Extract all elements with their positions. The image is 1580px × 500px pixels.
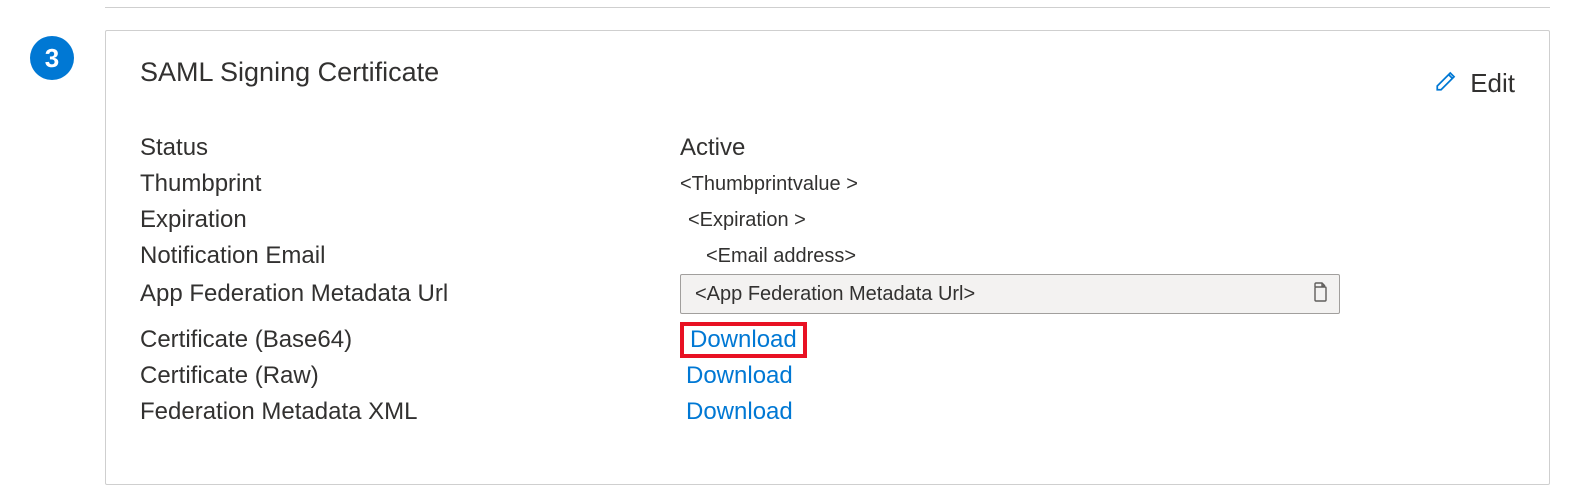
cert-raw-download-wrap: Download [680,362,799,390]
pencil-icon [1434,67,1460,100]
metadata-url-label: App Federation Metadata Url [140,280,680,308]
status-value: Active [680,134,745,162]
step-number: 3 [45,43,59,74]
edit-label: Edit [1470,68,1515,99]
metadata-url-field[interactable]: <App Federation Metadata Url> [680,274,1340,314]
copy-button[interactable] [1307,282,1331,306]
cert-raw-download-link[interactable]: Download [686,362,793,389]
notification-email-label: Notification Email [140,242,680,270]
row-cert-base64: Certificate (Base64) Download [140,322,1515,358]
top-divider [105,0,1550,8]
copy-icon [1309,281,1329,308]
saml-signing-certificate-card: SAML Signing Certificate Edit Status Act… [105,30,1550,485]
fed-xml-label: Federation Metadata XML [140,398,680,426]
cert-base64-download-highlight: Download [680,322,807,358]
card-title: SAML Signing Certificate [140,57,439,88]
row-expiration: Expiration <Expiration > [140,202,1515,238]
row-thumbprint: Thumbprint <Thumbprintvalue > [140,166,1515,202]
row-notification-email: Notification Email <Email address> [140,238,1515,274]
edit-button[interactable]: Edit [1434,67,1515,100]
thumbprint-label: Thumbprint [140,170,680,198]
step-badge: 3 [30,36,74,80]
cert-base64-download-link[interactable]: Download [690,326,797,353]
expiration-label: Expiration [140,206,680,234]
row-federation-xml: Federation Metadata XML Download [140,394,1515,430]
field-rows: Status Active Thumbprint <Thumbprintvalu… [140,130,1515,430]
fed-xml-download-link[interactable]: Download [686,398,793,425]
cert-raw-label: Certificate (Raw) [140,362,680,390]
notification-email-value: <Email address> [680,245,856,268]
row-status: Status Active [140,130,1515,166]
metadata-url-value: <App Federation Metadata Url> [695,283,1307,306]
card-header: SAML Signing Certificate Edit [140,57,1515,100]
status-label: Status [140,134,680,162]
row-cert-raw: Certificate (Raw) Download [140,358,1515,394]
expiration-value: <Expiration > [680,209,806,232]
fed-xml-download-wrap: Download [680,398,799,426]
cert-base64-label: Certificate (Base64) [140,326,680,354]
thumbprint-value: <Thumbprintvalue > [680,173,858,196]
row-metadata-url: App Federation Metadata Url <App Federat… [140,274,1515,314]
